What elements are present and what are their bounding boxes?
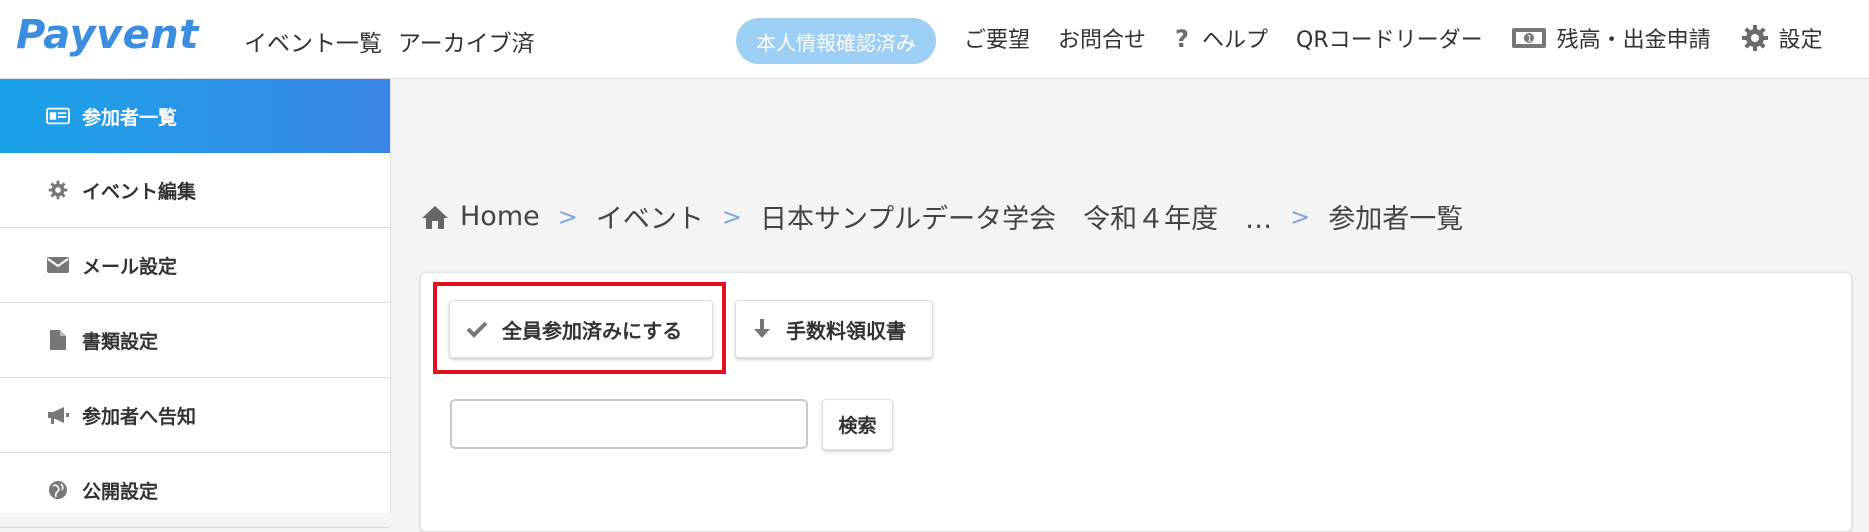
nav-right: ご要望 お問合せ ? ヘルプ QRコードリーダー 1 残高・出金申請 設定 (964, 22, 1823, 54)
sidebar-item-label: 書類設定 (82, 330, 159, 353)
nav-settings-label: 設定 (1778, 28, 1823, 53)
breadcrumb-event[interactable]: イベント (596, 197, 704, 236)
highlight-box (433, 282, 726, 374)
nav-settings[interactable]: 設定 (1741, 22, 1823, 54)
envelope-icon (46, 256, 70, 274)
sidebar-item-announce[interactable]: 参加者へ告知 (0, 378, 390, 453)
sidebar-item-label: 参加者へ告知 (82, 405, 197, 428)
nav-help-label: ヘルプ (1202, 28, 1269, 53)
money-icon: 1 (1511, 26, 1547, 50)
svg-text:?: ? (1175, 25, 1189, 51)
nav-left: イベント一覧 アーカイブ済 (244, 24, 535, 58)
nav-help[interactable]: ? ヘルプ (1174, 22, 1268, 54)
nav-contact-label: お問合せ (1058, 28, 1147, 53)
chevron-right-icon: > (557, 202, 578, 231)
gear-icon (1741, 24, 1769, 52)
verified-badge: 本人情報確認済み (736, 18, 936, 64)
nav-qr-reader[interactable]: QRコードリーダー (1296, 22, 1483, 54)
sidebar-item-label: メール設定 (82, 255, 178, 278)
nav-qr-reader-label: QRコードリーダー (1296, 28, 1483, 53)
breadcrumb-event-name[interactable]: 日本サンプルデータ学会 令和４年度 … (760, 197, 1272, 236)
search-button[interactable]: 検索 (822, 399, 893, 450)
logo[interactable]: Payvent (16, 12, 199, 58)
nav-request[interactable]: ご要望 (964, 22, 1030, 54)
sidebar-item-label: 公開設定 (82, 480, 159, 503)
document-icon (46, 329, 70, 351)
nav-balance[interactable]: 1 残高・出金申請 (1511, 22, 1711, 54)
nav-archived[interactable]: アーカイブ済 (398, 24, 535, 58)
breadcrumb-current: 参加者一覧 (1328, 204, 1464, 235)
nav-request-label: ご要望 (964, 28, 1031, 53)
globe-icon (46, 480, 70, 500)
home-icon[interactable] (420, 204, 450, 230)
breadcrumb: Home > イベント > 日本サンプルデータ学会 令和４年度 … > 参加者一… (420, 197, 1463, 236)
nav-contact[interactable]: お問合せ (1058, 22, 1146, 54)
sidebar-item-publish-settings[interactable]: 公開設定 (0, 453, 390, 528)
sidebar-item-participants[interactable]: 参加者一覧 (0, 79, 390, 153)
sidebar-item-document-settings[interactable]: 書類設定 (0, 303, 390, 378)
search-input[interactable] (450, 399, 808, 449)
top-header: Payvent イベント一覧 アーカイブ済 本人情報確認済み ご要望 お問合せ … (0, 0, 1869, 79)
megaphone-icon (46, 405, 70, 425)
sidebar-item-event-edit[interactable]: イベント編集 (0, 153, 390, 228)
nav-balance-label: 残高・出金申請 (1556, 28, 1711, 53)
sidebar-item-label: イベント編集 (82, 180, 197, 203)
sidebar-item-mail-settings[interactable]: メール設定 (0, 228, 390, 303)
id-card-icon (46, 106, 70, 126)
fee-receipt-label: 手数料領収書 (786, 318, 906, 343)
sidebar-item-label: 参加者一覧 (82, 106, 178, 129)
arrow-down-icon (752, 318, 772, 340)
fee-receipt-button[interactable]: 手数料領収書 (735, 300, 933, 358)
svg-text:1: 1 (1526, 35, 1532, 45)
question-icon: ? (1174, 25, 1192, 51)
sidebar: 参加者一覧 イベント編集 メール設定 書類設定 参加者へ告知 公開設定 (0, 79, 391, 528)
chevron-right-icon: > (1290, 202, 1311, 231)
nav-event-list[interactable]: イベント一覧 (244, 24, 382, 58)
breadcrumb-home[interactable]: Home (460, 201, 540, 232)
chevron-right-icon: > (721, 202, 742, 231)
gear-icon (46, 180, 70, 200)
